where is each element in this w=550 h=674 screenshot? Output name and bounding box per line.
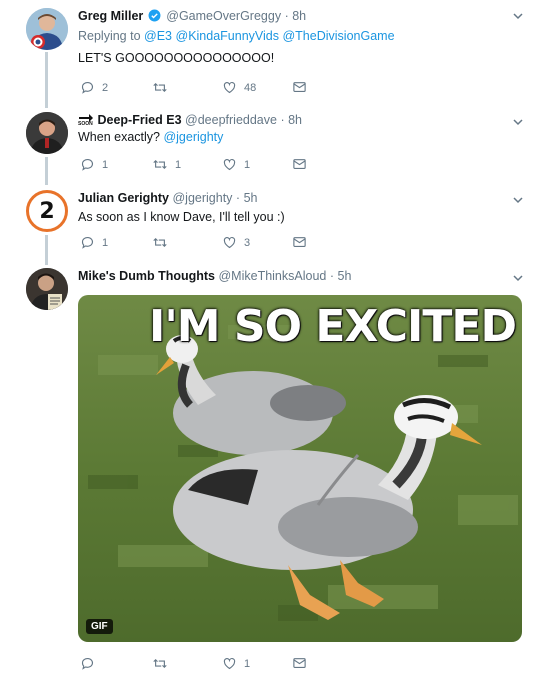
dm-icon (293, 82, 306, 92)
user-handle[interactable]: @deepfrieddave (185, 113, 277, 127)
timestamp[interactable]: 5h (244, 191, 258, 205)
reply-icon (81, 236, 94, 249)
dm-icon (293, 159, 306, 169)
timestamp[interactable]: 8h (288, 113, 302, 127)
avatar[interactable] (26, 8, 68, 50)
user-handle[interactable]: @MikeThinksAloud (218, 269, 326, 283)
like-button[interactable]: 48 (222, 80, 256, 95)
avatar-number: 2 (39, 198, 55, 224)
retweet-button[interactable] (152, 235, 175, 250)
like-icon (223, 81, 236, 94)
retweet-button[interactable] (152, 656, 175, 671)
gif-caption: I'M SO EXCITED (148, 301, 517, 352)
soon-label: SOON (78, 121, 93, 127)
retweet-icon (153, 159, 167, 170)
reply-button[interactable]: 1 (80, 235, 108, 250)
retweet-button[interactable] (152, 80, 175, 95)
mention-link[interactable]: @E3 (144, 29, 172, 43)
avatar[interactable] (26, 112, 68, 154)
like-count: 1 (244, 158, 251, 171)
separator-dot: · (284, 9, 289, 23)
user-handle[interactable]: @jgerighty (172, 191, 232, 205)
user-handle[interactable]: @GameOverGreggy (166, 9, 281, 23)
tweet-text: As soon as I know Dave, I'll tell you :) (78, 210, 285, 224)
tweet-header: SOON Deep-Fried E3 @deepfrieddave · 8h (78, 112, 302, 129)
retweet-count: 1 (175, 158, 182, 171)
tweet-text-content: When exactly? (78, 130, 160, 144)
reply-count: 2 (102, 81, 109, 94)
display-name[interactable]: Julian Gerighty (78, 191, 169, 205)
like-icon (223, 158, 236, 171)
separator-dot: · (235, 191, 241, 205)
like-icon (223, 236, 236, 249)
timestamp[interactable]: 8h (292, 9, 306, 23)
display-name[interactable]: Deep-Fried E3 (97, 113, 181, 127)
dm-icon (293, 237, 306, 247)
tweet-actions: 1 1 1 (80, 157, 320, 173)
retweet-icon (153, 82, 167, 93)
reply-button[interactable]: 1 (80, 157, 108, 172)
retweet-icon (153, 658, 167, 669)
retweet-button[interactable]: 1 (152, 157, 181, 172)
tweet-deep-fried-e3[interactable]: SOON Deep-Fried E3 @deepfrieddave · 8h W… (0, 112, 550, 174)
tweet-actions: 1 (80, 656, 320, 672)
like-count: 1 (244, 657, 251, 670)
tweet-greg-miller[interactable]: Greg Miller @GameOverGreggy · 8h Replyin… (0, 8, 550, 98)
timestamp[interactable]: 5h (338, 269, 352, 283)
dm-icon (293, 658, 306, 668)
display-name[interactable]: Greg Miller (78, 9, 143, 23)
like-count: 3 (244, 236, 251, 249)
verified-icon (148, 9, 161, 26)
avatar[interactable]: 2 (26, 190, 68, 232)
tweet-text: LET'S GOOOOOOOOOOOOOOO! (78, 51, 275, 65)
soon-arrow-icon: SOON (78, 113, 94, 129)
tweet-text: When exactly? @jgerighty (78, 129, 223, 145)
gif-badge: GIF (86, 619, 113, 634)
mention-link[interactable]: @TheDivisionGame (282, 29, 394, 43)
replying-to-line: Replying to @E3 @KindaFunnyVids @TheDivi… (78, 28, 395, 44)
tweet-header: Mike's Dumb Thoughts @MikeThinksAloud · … (78, 268, 351, 284)
reply-button[interactable] (80, 656, 102, 671)
dm-button[interactable] (292, 235, 307, 249)
separator-dot: · (329, 269, 335, 283)
like-button[interactable]: 1 (222, 157, 250, 172)
tweet-julian-gerighty[interactable]: 2 Julian Gerighty @jgerighty · 5h As soo… (0, 190, 550, 252)
gif-media[interactable]: I'M SO EXCITED GIF (78, 295, 522, 642)
reply-count: 1 (102, 158, 109, 171)
chevron-down-icon[interactable] (512, 116, 524, 128)
like-button[interactable]: 3 (222, 235, 250, 250)
chevron-down-icon[interactable] (512, 10, 524, 22)
reply-icon (81, 657, 94, 670)
replying-to-label: Replying to (78, 29, 141, 43)
like-count: 48 (244, 81, 257, 94)
separator-dot: · (280, 113, 285, 127)
tweet-header: Julian Gerighty @jgerighty · 5h (78, 190, 257, 206)
avatar[interactable] (26, 268, 68, 310)
dm-button[interactable] (292, 157, 307, 171)
like-icon (223, 657, 236, 670)
dm-button[interactable] (292, 656, 307, 670)
mention-link[interactable]: @jgerighty (163, 130, 223, 144)
dm-button[interactable] (292, 80, 307, 94)
tweet-actions: 2 48 (80, 80, 320, 96)
chevron-down-icon[interactable] (512, 272, 524, 284)
reply-icon (81, 81, 94, 94)
reply-button[interactable]: 2 (80, 80, 108, 95)
reply-icon (81, 158, 94, 171)
retweet-icon (153, 237, 167, 248)
display-name[interactable]: Mike's Dumb Thoughts (78, 269, 215, 283)
mention-link[interactable]: @KindaFunnyVids (176, 29, 280, 43)
reply-count: 1 (102, 236, 109, 249)
tweet-header: Greg Miller @GameOverGreggy · 8h (78, 8, 306, 26)
like-button[interactable]: 1 (222, 656, 250, 671)
chevron-down-icon[interactable] (512, 194, 524, 206)
tweet-actions: 1 3 (80, 235, 320, 251)
